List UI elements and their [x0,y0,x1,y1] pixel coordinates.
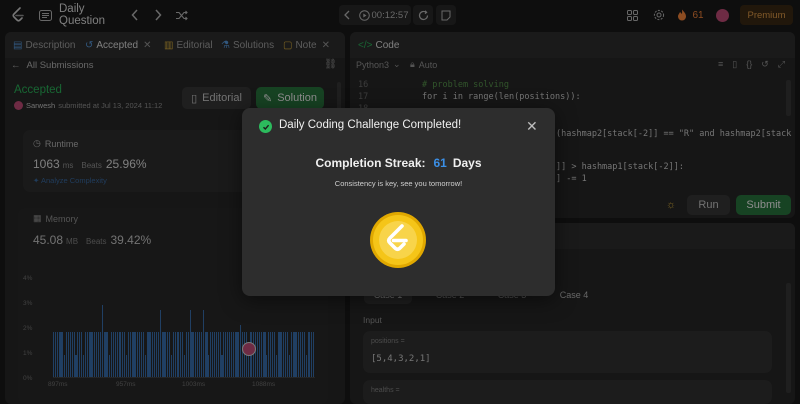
modal-message: Consistency is key, see you tomorrow! [334,179,463,188]
streak-label: Completion Streak: [315,156,426,170]
modal-title: Daily Coding Challenge Completed! [279,119,462,131]
streak-unit: Days [452,156,482,170]
close-modal-icon[interactable]: ✕ [526,118,538,135]
leetcode-coin-icon [369,211,427,269]
streak-value: 61 [433,156,447,170]
check-circle-icon [259,120,272,133]
completion-modal: Daily Coding Challenge Completed! ✕ Comp… [242,108,555,296]
streak-line: Completion Streak: 61 Days [242,156,555,170]
